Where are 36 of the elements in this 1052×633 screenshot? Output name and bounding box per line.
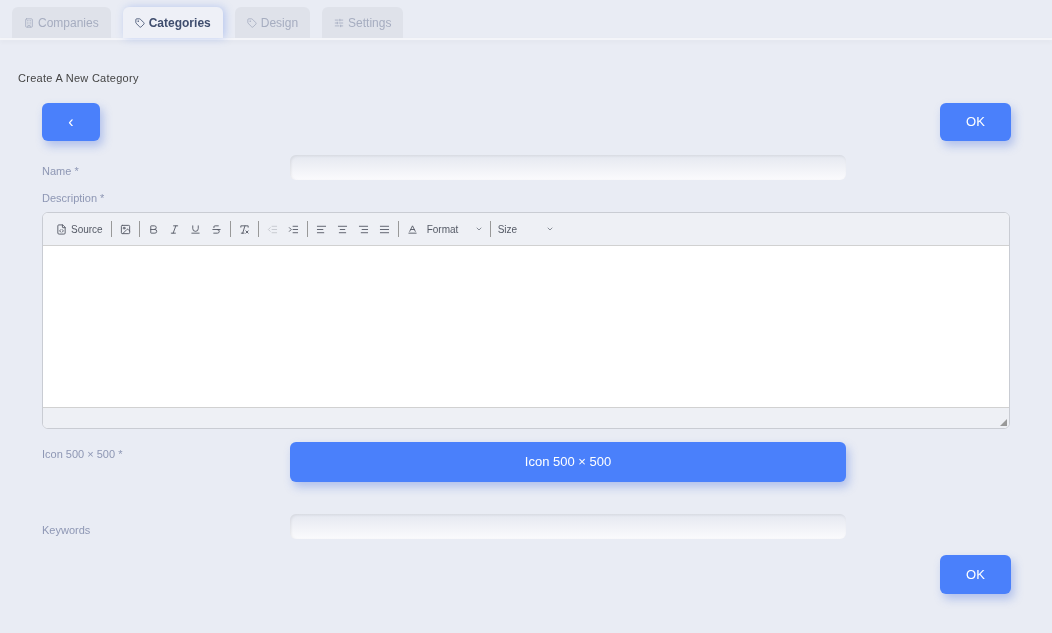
- field-label: Description *: [42, 190, 106, 206]
- justify-icon: [378, 223, 390, 235]
- strikethrough-icon: [210, 223, 222, 235]
- source-button[interactable]: Source: [51, 221, 108, 237]
- back-button[interactable]: ‹: [42, 102, 100, 141]
- input-field[interactable]: [290, 154, 846, 180]
- align-left-icon: [315, 223, 327, 235]
- resize-handle-icon: [1000, 419, 1007, 426]
- toolbar-dropdown[interactable]: Size: [493, 221, 558, 237]
- italic-icon: [168, 223, 180, 235]
- field-label: Name *: [42, 163, 80, 179]
- page-title: Create A New Category: [18, 71, 140, 86]
- tag-icon: [134, 17, 145, 28]
- sliders-icon: [334, 17, 345, 28]
- indent-icon: [287, 223, 299, 235]
- field-label: Keywords: [42, 523, 92, 538]
- field-label: Icon 500 × 500 *: [42, 447, 124, 462]
- upload-button[interactable]: Icon 500 × 500: [290, 442, 846, 482]
- building-icon: [24, 17, 34, 28]
- toolbar-dropdown[interactable]: Format: [422, 221, 487, 237]
- text-color-icon: [406, 223, 418, 235]
- align-right-icon: [357, 223, 369, 235]
- tag-icon: [246, 17, 257, 28]
- outdent-icon: [266, 223, 278, 235]
- ok-button[interactable]: OK: [940, 555, 1011, 594]
- align-center-icon: [336, 223, 348, 235]
- underline-icon: [189, 223, 201, 235]
- caret-icon: [545, 225, 554, 233]
- bold-icon: [147, 223, 159, 235]
- clear-format-icon: [238, 223, 250, 235]
- tab[interactable]: Categories: [122, 7, 223, 38]
- image-icon: [119, 223, 131, 235]
- caret-icon: [474, 225, 483, 233]
- input-field[interactable]: [290, 514, 846, 539]
- ok-button[interactable]: OK: [940, 102, 1011, 141]
- source-icon: [56, 223, 67, 235]
